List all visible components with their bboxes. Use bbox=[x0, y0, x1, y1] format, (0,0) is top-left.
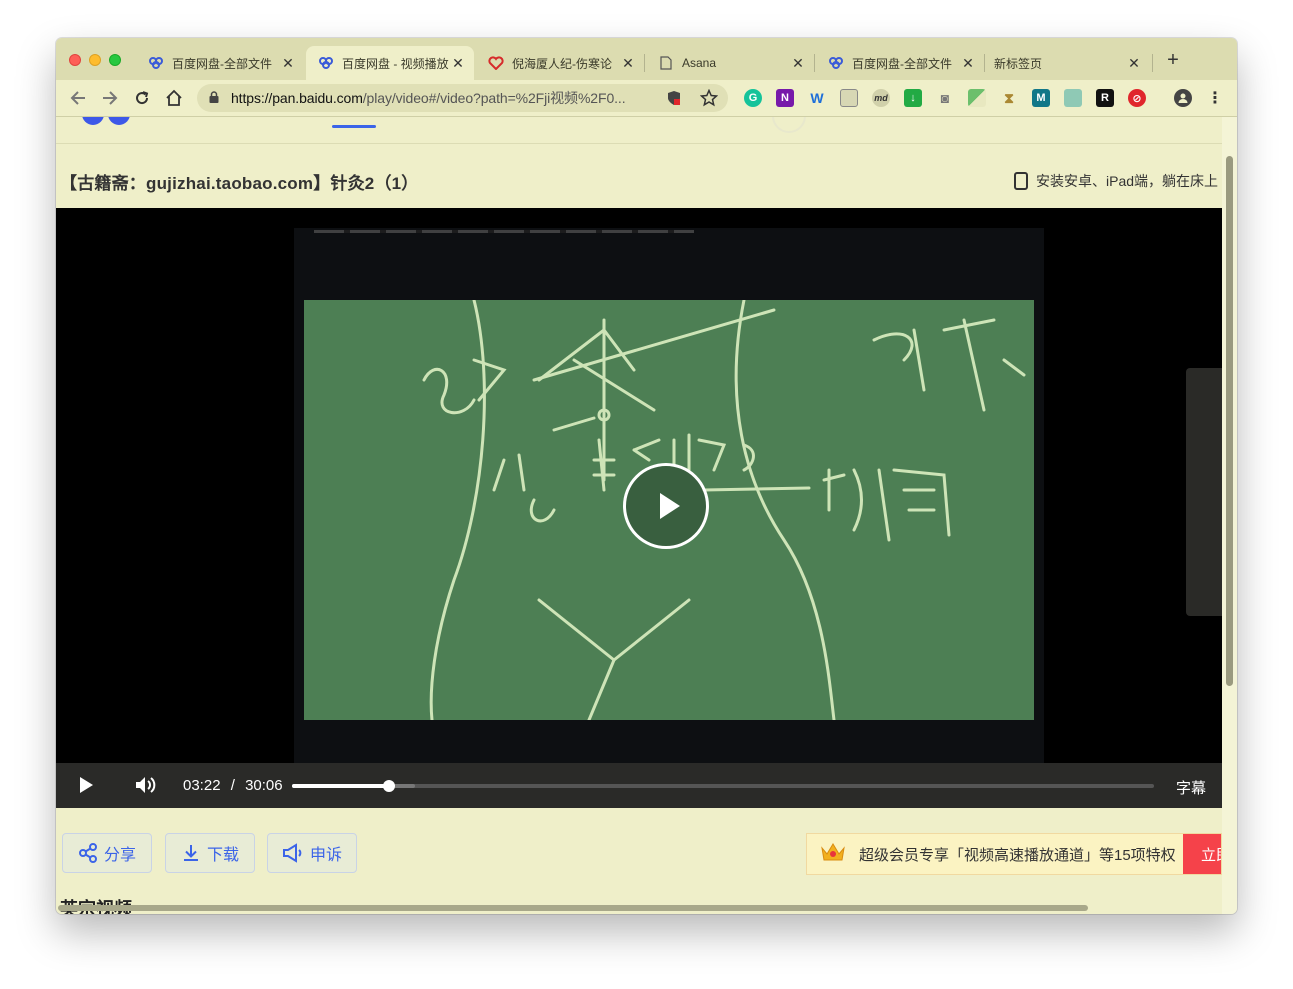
home-button[interactable] bbox=[162, 86, 186, 110]
note-icon[interactable] bbox=[840, 89, 858, 107]
horizontal-scrollbar[interactable] bbox=[58, 905, 1088, 911]
tab-title: 新标签页 bbox=[994, 56, 1043, 71]
megaphone-icon bbox=[282, 843, 302, 863]
tab-ni-haisha[interactable]: 倪海厦人纪-伤寒论 ✕ bbox=[476, 46, 644, 80]
time-separator: / bbox=[230, 777, 235, 794]
tab-title: 百度网盘-全部文件 bbox=[852, 56, 952, 71]
tab-divider bbox=[814, 54, 815, 72]
tab-title: 倪海厦人纪-伤寒论 bbox=[512, 56, 612, 71]
subtitles-button[interactable]: 字幕 bbox=[1176, 777, 1206, 798]
vertical-scrollbar[interactable] bbox=[1226, 156, 1233, 686]
download-label: 下载 bbox=[206, 847, 239, 864]
bookmark-star-icon[interactable] bbox=[699, 88, 719, 110]
vip-promo-text: 超级会员专享「视频高速播放通道」等15项特权 bbox=[859, 846, 1176, 864]
grammarly-icon[interactable]: G bbox=[744, 89, 762, 107]
baidu-pan-icon bbox=[148, 55, 164, 71]
maximize-window-button[interactable] bbox=[109, 54, 121, 66]
crown-icon bbox=[819, 840, 847, 868]
close-tab-icon[interactable]: ✕ bbox=[1126, 55, 1142, 72]
duration: 30:06 bbox=[245, 777, 283, 794]
url-host: https://pan.baidu.com bbox=[231, 90, 363, 106]
tab-baidu-video-player[interactable]: 百度网盘 - 视频播放 ✕ bbox=[306, 46, 474, 80]
tab-baidu-all-files-2[interactable]: 百度网盘-全部文件 ✕ bbox=[816, 46, 984, 80]
tab-strip: 百度网盘-全部文件 ✕ 百度网盘 - 视频播放 ✕ 倪海厦人纪-伤寒论 ✕ As… bbox=[56, 38, 1237, 80]
tab-divider bbox=[1152, 54, 1153, 72]
book-icon[interactable] bbox=[1064, 89, 1082, 107]
avatar[interactable] bbox=[772, 117, 806, 133]
report-button[interactable]: 申诉 bbox=[267, 833, 357, 873]
forward-button[interactable] bbox=[98, 86, 122, 110]
sheet-icon[interactable] bbox=[968, 89, 986, 107]
back-button[interactable] bbox=[66, 86, 90, 110]
shield-blocked-icon[interactable] bbox=[667, 90, 681, 109]
big-play-button[interactable] bbox=[623, 463, 709, 549]
download-button[interactable]: 下载 bbox=[165, 833, 255, 873]
vip-open-button[interactable]: 立即开通 bbox=[1183, 834, 1221, 874]
frame-artifact bbox=[314, 230, 694, 233]
new-tab-button[interactable]: + bbox=[1163, 50, 1183, 70]
vip-promo-banner[interactable]: 超级会员专享「视频高速播放通道」等15项特权 立即开通 bbox=[806, 833, 1222, 875]
baidu-pan-icon bbox=[318, 55, 334, 71]
seek-handle[interactable] bbox=[382, 780, 395, 792]
time-display: 03:22 / 30:06 bbox=[183, 777, 283, 794]
baidu-pan-icon bbox=[828, 55, 844, 71]
reload-button[interactable] bbox=[130, 86, 154, 110]
seek-bar[interactable] bbox=[292, 780, 1154, 792]
no-tracking-icon[interactable]: ⊘ bbox=[1128, 89, 1146, 107]
markdown-icon[interactable]: md bbox=[872, 89, 890, 107]
tab-baidu-all-files[interactable]: 百度网盘-全部文件 ✕ bbox=[136, 46, 304, 80]
tab-divider bbox=[644, 54, 645, 72]
tab-title: 百度网盘 - 视频播放 bbox=[342, 56, 449, 71]
video-title: 【古籍斋：gujizhai.taobao.com】针灸2（1） bbox=[60, 174, 419, 193]
tab-new-tab[interactable]: 新标签页 ✕ bbox=[982, 46, 1150, 80]
browser-window: 百度网盘-全部文件 ✕ 百度网盘 - 视频播放 ✕ 倪海厦人纪-伤寒论 ✕ As… bbox=[56, 38, 1237, 914]
share-label: 分享 bbox=[103, 847, 136, 864]
install-app-promo[interactable]: 安装安卓、iPad端，躺在床上 bbox=[1014, 171, 1218, 191]
close-tab-icon[interactable]: ✕ bbox=[960, 55, 976, 72]
close-tab-icon[interactable]: ✕ bbox=[620, 55, 636, 72]
current-time: 03:22 bbox=[183, 777, 221, 794]
volume-icon[interactable] bbox=[134, 775, 158, 800]
share-button[interactable]: 分享 bbox=[62, 833, 152, 873]
download-icon bbox=[183, 845, 198, 861]
tab-title: Asana bbox=[682, 56, 717, 70]
side-drawer-handle[interactable] bbox=[1186, 368, 1222, 616]
profile-avatar-icon[interactable] bbox=[1174, 89, 1192, 107]
lock-icon bbox=[209, 90, 225, 106]
baidu-logo-icon[interactable] bbox=[82, 117, 104, 125]
report-label: 申诉 bbox=[309, 847, 342, 864]
baidu-logo-icon-part bbox=[108, 117, 130, 125]
url-text: https://pan.baidu.com/play/video#/video?… bbox=[231, 88, 661, 108]
onenote-icon[interactable]: N bbox=[776, 89, 794, 107]
install-promo-text: 安装安卓、iPad端，躺在床上 bbox=[1036, 173, 1219, 189]
page-icon bbox=[658, 55, 674, 71]
player-controls: 03:22 / 30:06 字幕 bbox=[56, 763, 1222, 808]
video-player[interactable]: 03:22 / 30:06 字幕 bbox=[56, 208, 1222, 808]
minimize-window-button[interactable] bbox=[89, 54, 101, 66]
word-icon[interactable]: W bbox=[808, 89, 826, 107]
r-icon[interactable]: R bbox=[1096, 89, 1114, 107]
hourglass-icon[interactable]: ⧗ bbox=[1000, 89, 1018, 107]
heart-icon bbox=[488, 55, 504, 71]
played-bar bbox=[292, 784, 389, 788]
m-icon[interactable]: M bbox=[1032, 89, 1050, 107]
share-icon bbox=[78, 843, 97, 863]
close-tab-icon[interactable]: ✕ bbox=[280, 55, 296, 72]
tab-asana[interactable]: Asana ✕ bbox=[646, 46, 814, 80]
url-path: /play/video#/video?path=%2Fji视频%2F0... bbox=[362, 90, 626, 106]
camera-icon[interactable]: ◙ bbox=[936, 89, 954, 107]
page-content: 【古籍斋：gujizhai.taobao.com】针灸2（1） 安装安卓、iPa… bbox=[56, 117, 1222, 914]
tab-title: 百度网盘-全部文件 bbox=[172, 56, 272, 71]
browser-toolbar: https://pan.baidu.com/play/video#/video?… bbox=[56, 80, 1237, 117]
play-icon[interactable] bbox=[78, 776, 94, 799]
close-tab-icon[interactable]: ✕ bbox=[450, 55, 466, 72]
close-window-button[interactable] bbox=[69, 54, 81, 66]
download-icon[interactable]: ↓ bbox=[904, 89, 922, 107]
tablet-icon bbox=[1014, 172, 1028, 190]
nav-active-indicator bbox=[332, 125, 376, 128]
address-bar[interactable]: https://pan.baidu.com/play/video#/video?… bbox=[197, 84, 728, 112]
site-header bbox=[56, 117, 1222, 144]
browser-menu-icon[interactable]: ⋮ bbox=[1206, 89, 1224, 107]
close-tab-icon[interactable]: ✕ bbox=[790, 55, 806, 72]
